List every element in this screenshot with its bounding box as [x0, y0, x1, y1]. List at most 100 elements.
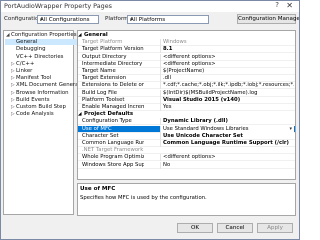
tree-item[interactable]: ▷Manifest Tool — [11, 75, 51, 81]
tree-item-label: Linker — [16, 68, 33, 74]
tree-item[interactable]: ▷XML Document Generator — [11, 82, 86, 88]
category-title: Project Defaults — [84, 111, 134, 118]
tree-item[interactable]: ▷Custom Build Step — [11, 104, 66, 110]
description-heading: Use of MFC — [80, 186, 116, 192]
chevron-down-icon: ▾ — [130, 17, 133, 23]
property-value-text: Windows — [163, 39, 187, 46]
title-bar: PortAudioWrapper Property Pages ? ✕ — [1, 1, 299, 12]
property-row[interactable]: Target Extension .dll — [78, 75, 295, 83]
property-value-text: Dynamic Library (.dll) — [163, 118, 228, 125]
property-value-text: Common Language Runtime Support (/clr) — [163, 140, 289, 146]
property-value-text: $(IntDir)$(MSBuildProjectName).log — [163, 89, 258, 96]
property-row[interactable]: Enable Managed Incremental Build Yes — [78, 104, 295, 111]
property-value: <different options> — [160, 60, 294, 68]
apply-button[interactable]: Apply — [257, 223, 293, 233]
property-name: Build Log File — [82, 89, 117, 96]
property-value-text: <different options> — [163, 154, 216, 161]
property-row[interactable]: Common Language Runtime Support Common La… — [78, 140, 295, 147]
cancel-button[interactable]: Cancel — [217, 223, 253, 233]
property-name: Use of MFC — [82, 125, 112, 132]
category-header-defaults[interactable]: ◢ Project Defaults — [78, 111, 295, 118]
property-row[interactable]: Platform Toolset Visual Studio 2015 (v140… — [78, 96, 295, 104]
property-value: $(ProjectName) — [160, 68, 294, 75]
property-value-text: Visual Studio 2015 (v140) — [163, 96, 241, 103]
property-row[interactable]: Build Log File $(IntDir)$(MSBuildProjectN… — [78, 89, 295, 97]
description-text: Specifies how MFC is used by the configu… — [80, 195, 207, 201]
property-value: Yes — [160, 104, 294, 111]
property-value: Dynamic Library (.dll) — [160, 118, 294, 126]
dialog-buttons: OK Cancel Apply — [1, 218, 299, 239]
close-icon[interactable]: ✕ — [286, 1, 293, 10]
tree-item-label: Code Analysis — [16, 111, 54, 118]
property-row[interactable]: .NET Target Framework Version — [78, 147, 295, 155]
property-name: Whole Program Optimization — [82, 154, 144, 161]
property-value: Common Language Runtime Support (/clr) — [160, 140, 294, 147]
property-row[interactable]: Intermediate Directory <different options… — [78, 60, 295, 68]
property-row[interactable]: Extensions to Delete on Clean *.cdf;*.cac… — [78, 82, 295, 90]
category-header-general[interactable]: ◢ General — [78, 32, 295, 39]
property-row[interactable]: Windows Store App Support No — [78, 161, 295, 169]
property-row[interactable]: Output Directory <different options> — [78, 53, 295, 61]
property-name: Character Set — [82, 132, 119, 139]
property-row[interactable]: Use of MFC Use Standard Windows Libraries… — [78, 125, 295, 133]
property-tree: ◢Configuration Properties General Debuggin… — [3, 30, 86, 215]
property-value-text: Use Standard Windows Libraries — [163, 125, 249, 132]
tree-item[interactable]: ▷Browse Information — [11, 90, 69, 96]
property-name: Configuration Type — [82, 118, 132, 125]
property-name: .NET Target Framework Version — [82, 147, 144, 154]
property-row[interactable]: Target Name $(ProjectName) — [78, 68, 295, 75]
category-title: General — [84, 32, 108, 38]
property-value-text: $(ProjectName) — [163, 68, 205, 74]
property-row[interactable]: Character Set Use Unicode Character Set — [78, 132, 295, 140]
property-name: Intermediate Directory — [82, 60, 143, 67]
property-value-text: <different options> — [163, 53, 216, 60]
help-icon[interactable]: ? — [275, 1, 279, 9]
property-row[interactable]: Target Platform Version 8.1 — [78, 46, 295, 54]
property-value[interactable]: Use Standard Windows Libraries ▾ — [160, 125, 294, 133]
tree-item-label: C/C++ — [16, 60, 35, 67]
tree-item[interactable]: Debugging — [11, 46, 46, 52]
property-row[interactable]: Whole Program Optimization <different opt… — [78, 154, 295, 162]
property-value: <different options> — [160, 53, 294, 61]
tree-item-label: Configuration Properties — [11, 32, 77, 38]
property-row[interactable]: Target Platform Windows — [78, 39, 295, 47]
tree-item-label: General — [16, 39, 38, 46]
property-name: Extensions to Delete on Clean — [82, 82, 144, 89]
platform-combo[interactable]: All Platforms ▾ — [127, 15, 209, 24]
configuration-manager-button[interactable]: Configuration Manager... — [237, 14, 299, 24]
tree-item[interactable]: General — [5, 39, 79, 46]
configuration-combo[interactable]: All Configurations ▾ — [37, 15, 99, 24]
description-panel: Use of MFC Specifies how MFC is used by … — [77, 183, 296, 216]
tree-item[interactable]: ▷Code Analysis — [11, 111, 54, 117]
property-value-text: *.cdf;*.cache;*.obj;*.ilk;*.ipdb;*.iobj;… — [163, 82, 294, 89]
tree-item[interactable]: ▷Build Events — [11, 97, 50, 103]
window-title: PortAudioWrapper Property Pages — [4, 2, 112, 10]
property-value: <different options> — [160, 154, 294, 162]
tree-item-label: Debugging — [16, 46, 46, 53]
property-value-text: .dll — [163, 75, 171, 82]
property-name: Target Platform Version — [82, 46, 144, 53]
tree-item-label: Build Events — [16, 96, 50, 103]
chevron-down-icon[interactable]: ▾ — [289, 126, 292, 133]
property-value-text: Use Unicode Character Set — [163, 132, 243, 139]
property-value: Windows — [160, 39, 294, 47]
property-value: Use Unicode Character Set — [160, 132, 294, 140]
property-name: Target Extension — [82, 75, 127, 82]
property-value: .dll — [160, 75, 294, 83]
property-name: Platform Toolset — [82, 96, 125, 103]
property-name: Common Language Runtime Support — [82, 140, 144, 146]
tree-item-label: Custom Build Step — [16, 104, 66, 110]
chevron-down-icon: ▾ — [40, 17, 43, 23]
property-value-text: No — [163, 161, 171, 168]
tree-item[interactable]: VC++ Directories — [11, 54, 63, 60]
tree-item[interactable]: ◢Configuration Properties — [6, 32, 77, 38]
property-value-text: Yes — [163, 104, 172, 110]
property-value-text: <different options> — [163, 60, 216, 67]
property-value: No — [160, 161, 294, 169]
ok-button[interactable]: OK — [177, 223, 213, 233]
property-row[interactable]: Configuration Type Dynamic Library (.dll) — [78, 118, 295, 126]
property-value-text: 8.1 — [163, 46, 173, 53]
tree-item[interactable]: ▷Linker — [11, 68, 32, 74]
tree-item-label: VC++ Directories — [16, 53, 64, 60]
tree-item[interactable]: ▷C/C++ — [11, 61, 34, 67]
